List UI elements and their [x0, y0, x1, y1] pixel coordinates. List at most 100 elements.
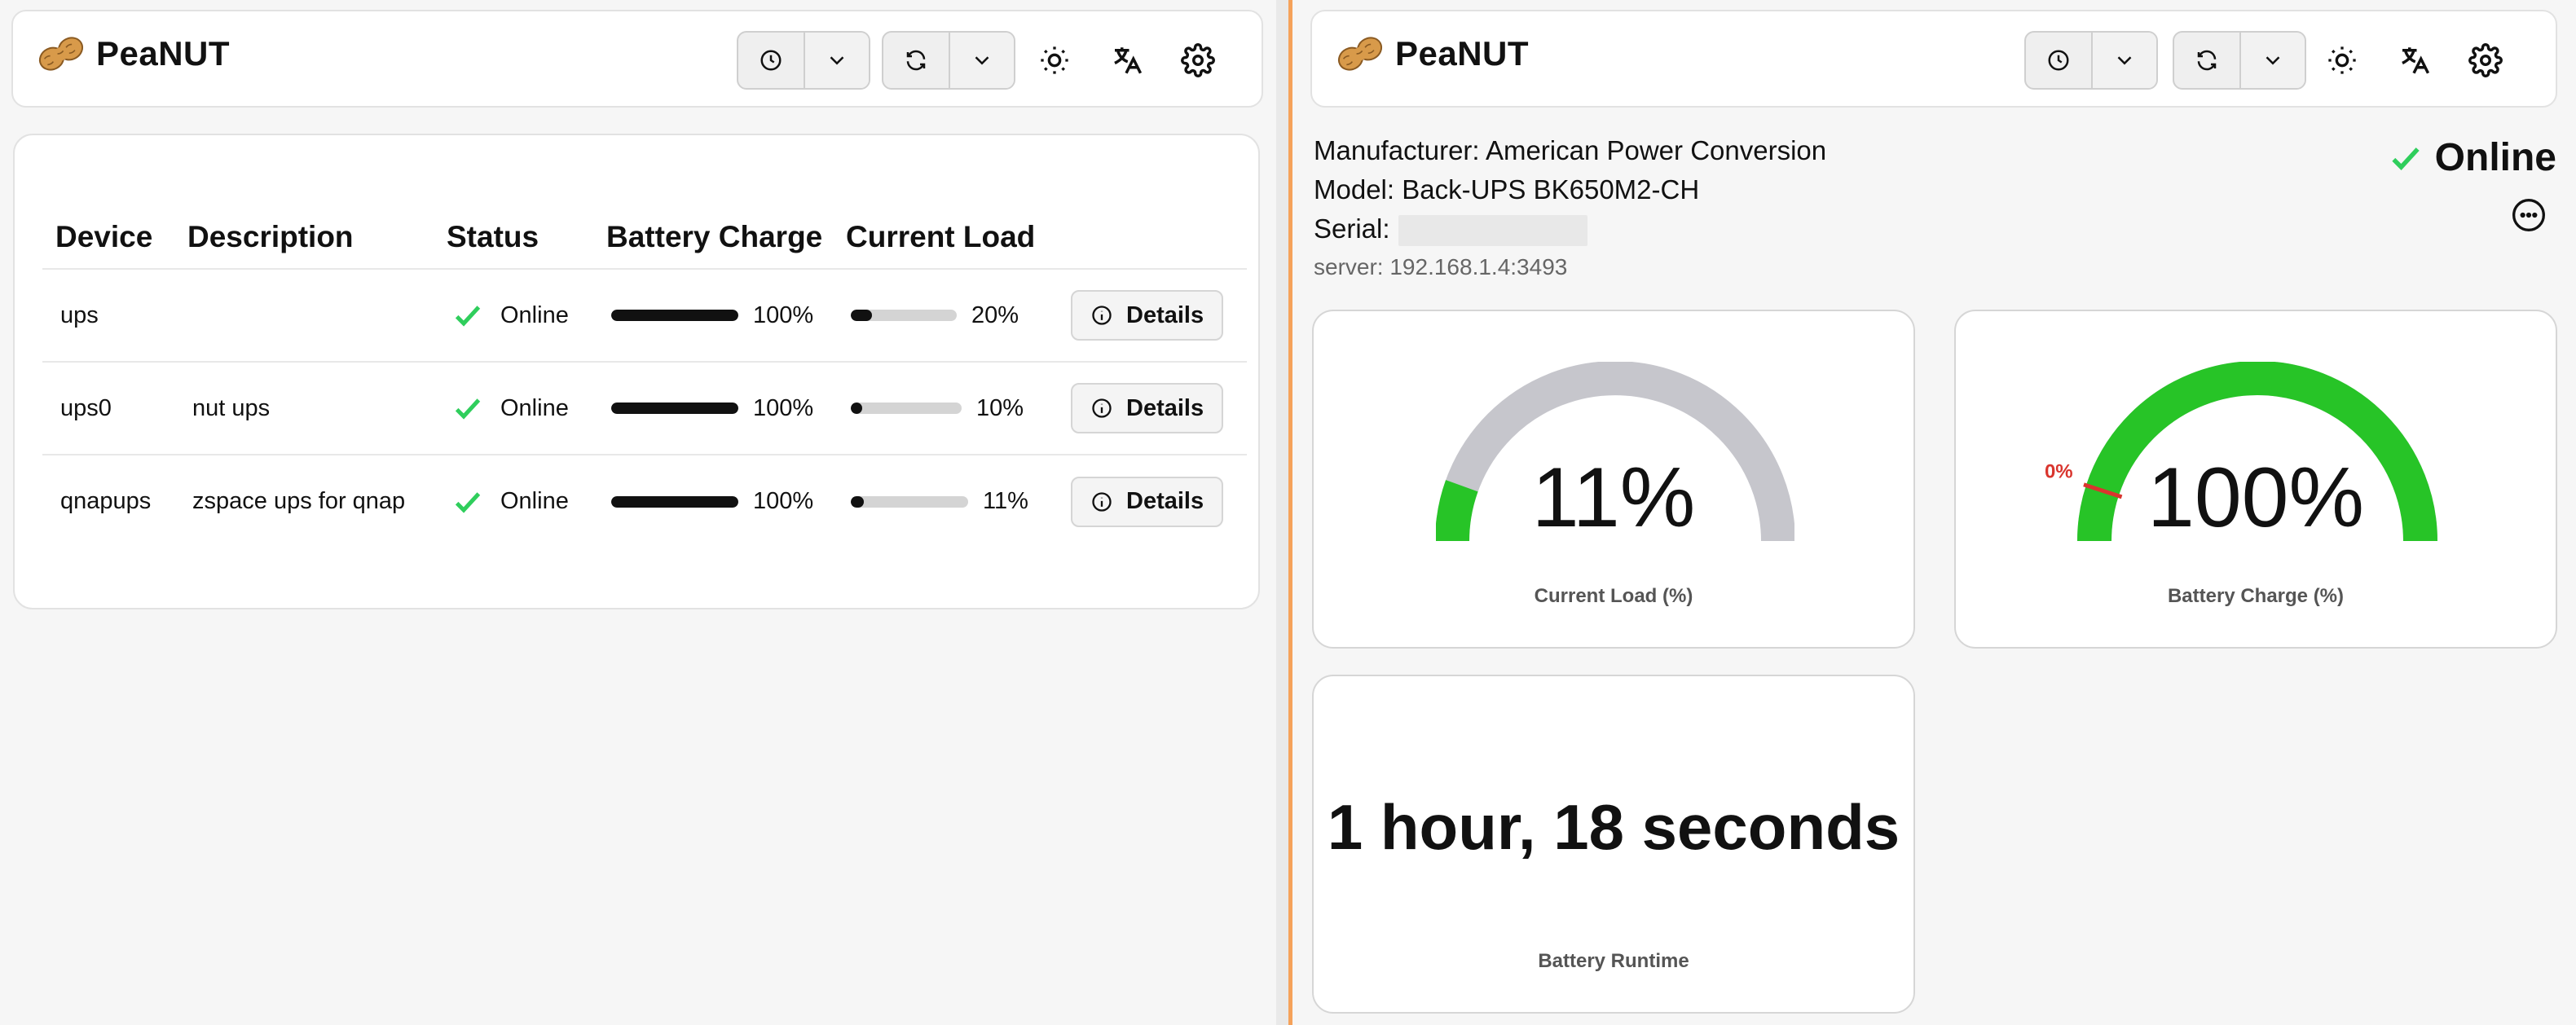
- chevron-down-icon: [830, 56, 844, 65]
- serial-row: Serial:: [1314, 213, 1587, 247]
- battery-charge-label: 100%: [753, 301, 814, 328]
- app-name: PeaNUT: [1395, 34, 1530, 73]
- status-text: Online: [500, 394, 569, 421]
- device-name: ups0: [42, 361, 174, 455]
- device-status-text: Online: [2434, 136, 2556, 179]
- refresh-button[interactable]: [2174, 33, 2239, 88]
- details-label: Details: [1126, 394, 1204, 421]
- battery-charge-bar: [611, 310, 738, 321]
- gear-icon: [2468, 43, 2503, 77]
- gear-icon: [1181, 43, 1215, 77]
- refresh-interval-group: [2024, 31, 2158, 90]
- actions-cell: Details: [1053, 454, 1247, 548]
- pane-divider[interactable]: [1276, 0, 1292, 1025]
- left-pane: PeaNUT Device Description Status Battery…: [0, 0, 1276, 1025]
- battery-charge-fill: [611, 310, 738, 321]
- device-description: nut ups: [174, 361, 434, 455]
- battery-charge-cell: 100%: [593, 268, 833, 362]
- battery-charge-gauge-card: 10% 100% Battery Charge (%): [1954, 310, 2557, 649]
- details-label: Details: [1126, 301, 1204, 328]
- column-header-device[interactable]: Device: [42, 205, 174, 269]
- info-icon: [1092, 306, 1112, 325]
- clock-dropdown-button[interactable]: [2091, 33, 2156, 88]
- refresh-icon: [2197, 50, 2217, 71]
- app-name: PeaNUT: [96, 34, 231, 73]
- brand[interactable]: PeaNUT: [1335, 33, 1529, 75]
- model-text: Model: Back-UPS BK650M2-CH: [1314, 174, 1700, 205]
- table-row: qnapups zspace ups for qnap Online 100% …: [42, 454, 1247, 548]
- brand[interactable]: PeaNUT: [36, 33, 230, 75]
- device-name: qnapups: [42, 454, 174, 548]
- info-icon: [1092, 398, 1112, 418]
- clock-button[interactable]: [738, 33, 804, 88]
- details-button[interactable]: Details: [1071, 383, 1224, 433]
- current-load-label: 10%: [976, 394, 1024, 421]
- check-icon: [455, 398, 481, 420]
- chevron-down-icon: [2117, 56, 2132, 65]
- column-header-battery-charge[interactable]: Battery Charge: [593, 205, 833, 269]
- serial-redacted: [1398, 215, 1587, 247]
- current-load-bar: [851, 310, 957, 321]
- current-load-fill: [851, 495, 864, 508]
- battery-charge-label: 100%: [753, 394, 814, 421]
- battery-charge-bar: [611, 495, 738, 508]
- theme-toggle-button[interactable]: [1035, 41, 1074, 80]
- current-load-label: 20%: [971, 301, 1019, 328]
- check-icon: [455, 491, 481, 513]
- refresh-interval-group: [737, 31, 870, 90]
- settings-button[interactable]: [2466, 41, 2505, 80]
- battery-charge-cell: 100%: [593, 454, 833, 548]
- table-row: ups Online 100% 20% Details: [42, 268, 1247, 362]
- peanut-logo-icon: [38, 37, 84, 71]
- current-load-gauge-card: 11% Current Load (%): [1312, 310, 1915, 649]
- column-header-current-load[interactable]: Current Load: [833, 205, 1053, 269]
- battery-charge-label: 100%: [753, 488, 814, 514]
- status-cell: Online: [434, 268, 593, 362]
- table-row: ups0 nut ups Online 100% 10% Details: [42, 361, 1247, 455]
- refresh-icon: [906, 50, 926, 71]
- device-description: zspace ups for qnap: [174, 454, 434, 548]
- chevron-down-icon: [975, 56, 989, 65]
- app-header: PeaNUT: [1310, 10, 2557, 108]
- sun-icon: [2328, 46, 2356, 74]
- details-label: Details: [1126, 488, 1204, 514]
- battery-charge-value: 100%: [2147, 451, 2364, 545]
- column-header-actions: [1053, 205, 1247, 269]
- clock-dropdown-button[interactable]: [804, 33, 869, 88]
- current-load-fill: [851, 310, 872, 321]
- battery-runtime-value: 1 hour, 18 seconds: [1327, 791, 1900, 863]
- peanut-logo-icon: [1337, 37, 1383, 71]
- device-description: [174, 268, 434, 362]
- device-name: ups: [42, 268, 174, 362]
- current-load-bar: [851, 495, 968, 508]
- language-button[interactable]: [2394, 41, 2433, 80]
- theme-toggle-button[interactable]: [2323, 41, 2362, 80]
- chevron-down-icon: [2266, 56, 2280, 65]
- info-icon: [1092, 491, 1112, 512]
- status-cell: Online: [434, 361, 593, 455]
- refresh-group: [882, 31, 1015, 90]
- column-header-description[interactable]: Description: [174, 205, 434, 269]
- current-load-bar: [851, 403, 962, 414]
- column-header-status[interactable]: Status: [434, 205, 593, 269]
- clock-button[interactable]: [2026, 33, 2091, 88]
- details-button[interactable]: Details: [1071, 290, 1224, 341]
- devices-card: Device Description Status Battery Charge…: [13, 134, 1260, 609]
- refresh-dropdown-button[interactable]: [2239, 33, 2305, 88]
- details-button[interactable]: Details: [1071, 476, 1224, 527]
- status-text: Online: [500, 488, 569, 514]
- battery-charge-bar: [611, 403, 738, 414]
- table-header-row: Device Description Status Battery Charge…: [42, 205, 1247, 269]
- current-load-cell: 11%: [833, 454, 1053, 548]
- language-button[interactable]: [1107, 41, 1146, 80]
- status-text: Online: [500, 301, 569, 328]
- refresh-button[interactable]: [883, 33, 949, 88]
- current-load-fill: [851, 403, 862, 414]
- app-header: PeaNUT: [11, 10, 1263, 108]
- settings-button[interactable]: [1178, 41, 1218, 80]
- actions-cell: Details: [1053, 268, 1247, 362]
- refresh-dropdown-button[interactable]: [949, 33, 1014, 88]
- current-load-value: 11%: [1531, 451, 1696, 545]
- current-load-cell: 10%: [833, 361, 1053, 455]
- more-options-icon[interactable]: [2511, 197, 2547, 233]
